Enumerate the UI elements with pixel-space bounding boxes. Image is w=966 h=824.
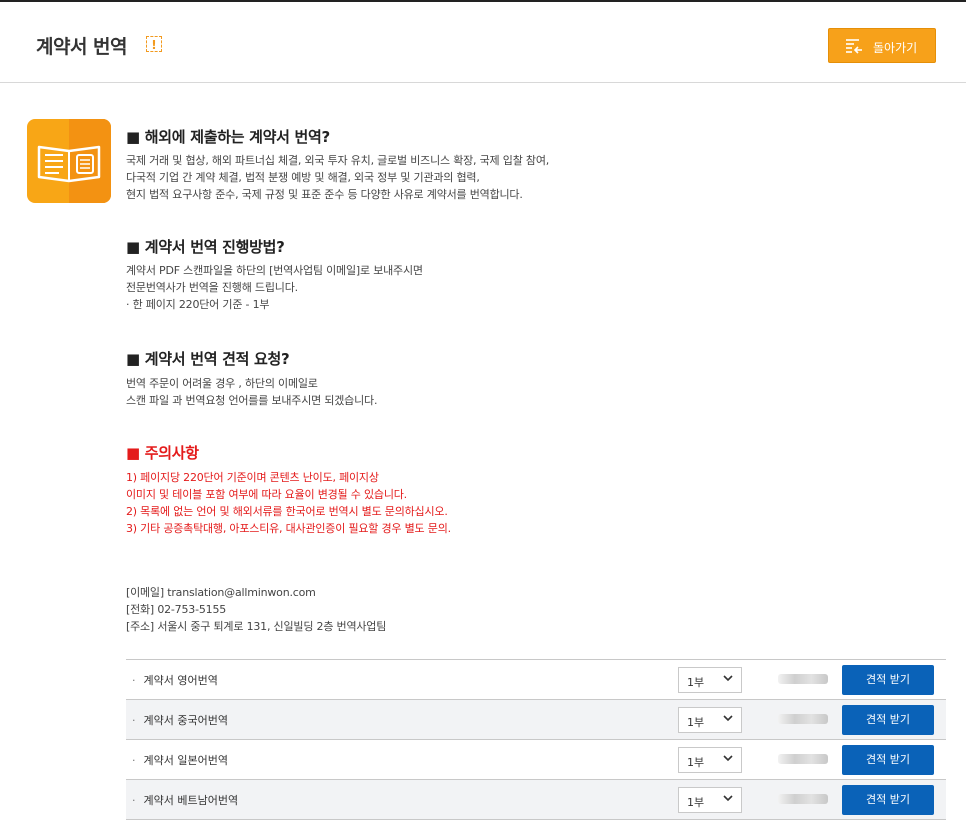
chevron-down-icon (723, 795, 733, 802)
get-quote-button[interactable]: 견적 받기 (842, 705, 934, 735)
notice-title: ■ 주의사항 (126, 444, 199, 462)
product-row: · 계약서 일본어번역 1부 견적 받기 (126, 739, 946, 779)
chevron-down-icon (723, 675, 733, 682)
contact-address: [주소] 서울시 중구 퇴계로 131, 신일빌딩 2층 번역사업팀 (126, 620, 387, 633)
price-blurred (778, 674, 828, 684)
product-name: 계약서 영어번역 (143, 674, 218, 687)
product-row: · 계약서 영어번역 1부 견적 받기 (126, 659, 946, 699)
back-button[interactable]: 돌아가기 (828, 28, 936, 63)
document-icon (27, 119, 111, 203)
info-icon[interactable]: ! (146, 36, 162, 52)
back-button-label: 돌아가기 (873, 41, 918, 55)
contact-info: [이메일] translation@allminwon.com [전화] 02-… (126, 584, 386, 635)
get-quote-button[interactable]: 견적 받기 (842, 665, 934, 695)
section-title-overseas: ■ 해외에 제출하는 계약서 번역? (126, 128, 330, 146)
quantity-select[interactable]: 1부 (678, 787, 742, 813)
quantity-select[interactable]: 1부 (678, 707, 742, 733)
get-quote-button[interactable]: 견적 받기 (842, 785, 934, 815)
product-name: 계약서 일본어번역 (143, 754, 228, 767)
quantity-select[interactable]: 1부 (678, 667, 742, 693)
product-name: 계약서 베트남어번역 (143, 794, 239, 807)
section-title-process: ■ 계약서 번역 진행방법? (126, 238, 285, 256)
product-list: · 계약서 영어번역 1부 견적 받기 · 계약서 중국어번역 1부 견적 받기 ·… (126, 659, 946, 820)
contact-email: [이메일] translation@allminwon.com (126, 586, 316, 599)
contact-phone: [전화] 02-753-5155 (126, 603, 227, 616)
section-title-quote: ■ 계약서 번역 견적 요청? (126, 350, 290, 368)
list-back-icon (846, 39, 862, 54)
chevron-down-icon (723, 715, 733, 722)
product-name: 계약서 중국어번역 (143, 714, 228, 727)
section-body-overseas: 국제 거래 및 협상, 해외 파트너십 체결, 외국 투자 유치, 글로벌 비즈… (126, 154, 550, 201)
product-row: · 계약서 베트남어번역 1부 견적 받기 (126, 779, 946, 820)
product-row: · 계약서 중국어번역 1부 견적 받기 (126, 699, 946, 739)
section-body-quote: 번역 주문이 어려울 경우 , 하단의 이메일로 스캔 파일 과 번역요청 언어… (126, 377, 378, 407)
chevron-down-icon (723, 755, 733, 762)
price-blurred (778, 714, 828, 724)
get-quote-button[interactable]: 견적 받기 (842, 745, 934, 775)
quantity-select[interactable]: 1부 (678, 747, 742, 773)
price-blurred (778, 754, 828, 764)
page-header: 계약서 번역 ! 돌아가기 (0, 2, 966, 83)
section-body-process: 계약서 PDF 스캔파일을 하단의 [번역사업팀 이메일]로 보내주시면 전문번… (126, 264, 423, 311)
page-title: 계약서 번역 (36, 36, 128, 58)
price-blurred (778, 794, 828, 804)
notice-body: 1) 페이지당 220단어 기준이며 콘텐츠 난이도, 페이지상 이미지 및 테… (126, 471, 451, 535)
